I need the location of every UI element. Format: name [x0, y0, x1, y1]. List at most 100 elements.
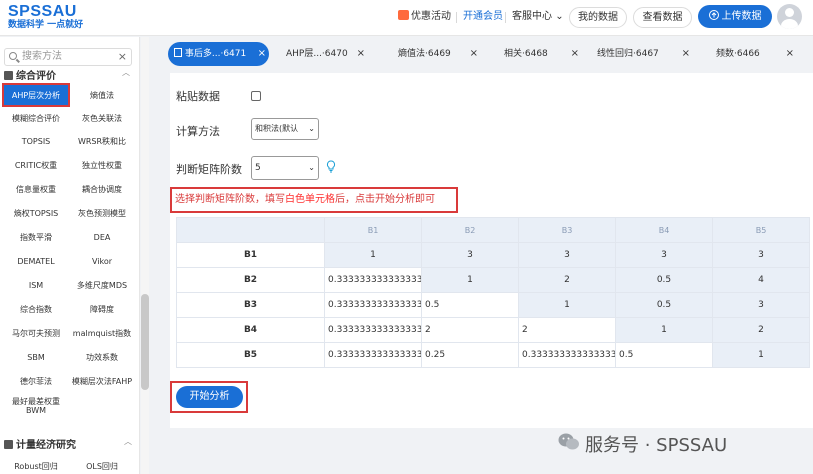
method-item[interactable]: SBM	[4, 347, 68, 367]
close-icon[interactable]: ×	[470, 42, 478, 66]
paste-data-label: 粘贴数据	[176, 90, 220, 103]
table-row: B1 1 3 3 3 3	[176, 242, 810, 268]
my-data-button[interactable]: 我的数据	[569, 7, 627, 28]
category-comprehensive-evaluation[interactable]: 综合评价	[4, 67, 56, 82]
search-icon	[9, 52, 17, 60]
category-icon	[4, 71, 13, 80]
search-input[interactable]: 搜索方法 ×	[4, 48, 132, 66]
matrix-readonly-cell: 1	[421, 267, 519, 293]
start-analysis-button[interactable]: 开始分析	[176, 386, 243, 408]
upload-data-button[interactable]: 上传数据	[698, 5, 772, 28]
category-econometrics[interactable]: 计量经济研究	[4, 436, 76, 451]
matrix-column-header: B5	[712, 217, 810, 243]
matrix-order-select[interactable]: 5 ⌄	[251, 156, 319, 180]
method-item[interactable]: DEMATEL	[4, 251, 68, 271]
top-header: SPSSAU 数据科学 一点就好 优惠活动 开通会员 客服中心 ⌄ 我的数据 查…	[0, 0, 813, 36]
chevron-up-icon[interactable]: ︿	[124, 436, 132, 447]
method-item[interactable]: 障碍度	[70, 299, 134, 319]
close-icon[interactable]: ×	[357, 42, 365, 66]
document-icon	[174, 48, 182, 57]
service-center-menu[interactable]: 客服中心 ⌄	[512, 10, 564, 24]
table-row: B2 0.3333333333333333 1 2 0.5 4	[176, 267, 810, 293]
matrix-input-cell[interactable]: 0.3333333333333333	[324, 342, 422, 368]
matrix-column-header: B4	[615, 217, 713, 243]
method-item[interactable]: 功效系数	[70, 347, 134, 367]
method-item[interactable]: ISM	[4, 275, 68, 295]
close-icon[interactable]: ×	[786, 42, 794, 66]
method-item[interactable]: CRITIC权重	[4, 155, 68, 175]
matrix-input-cell[interactable]: 2	[421, 317, 519, 343]
method-item[interactable]: 马尔可夫预测	[4, 323, 68, 343]
method-item[interactable]: 综合指数	[4, 299, 68, 319]
matrix-input-cell[interactable]: 0.5	[615, 342, 713, 368]
lightbulb-icon[interactable]	[326, 160, 336, 174]
matrix-corner-cell	[176, 217, 325, 243]
sidebar-scrollbar[interactable]	[141, 37, 149, 474]
tab-ahp[interactable]: AHP层...·6470 ×	[276, 42, 368, 66]
method-item[interactable]: TOPSIS	[4, 131, 68, 151]
tab-post-hoc[interactable]: 事后多...·6471 ×	[168, 42, 269, 66]
promo-link[interactable]: 优惠活动	[398, 10, 451, 24]
chevron-down-icon: ⌄	[555, 11, 564, 22]
avatar[interactable]	[777, 4, 802, 29]
method-item-ols[interactable]: OLS回归	[70, 456, 134, 474]
matrix-readonly-cell: 1	[324, 242, 422, 268]
member-link[interactable]: 开通会员	[463, 10, 503, 24]
matrix-readonly-cell: 1	[518, 292, 616, 318]
matrix-row-header: B2	[176, 267, 325, 293]
method-item[interactable]: 耦合协调度	[70, 179, 134, 199]
method-item[interactable]: 灰色预测模型	[70, 203, 134, 223]
method-item[interactable]: 熵值法	[70, 85, 134, 105]
method-item[interactable]: 独立性权重	[70, 155, 134, 175]
paste-data-checkbox[interactable]	[251, 91, 261, 101]
tab-correlation[interactable]: 相关·6468 ×	[482, 42, 582, 66]
method-item[interactable]: 信息量权重	[4, 179, 68, 199]
chevron-up-icon[interactable]: ︿	[122, 67, 130, 78]
tab-frequency[interactable]: 频数·6466 ×	[694, 42, 797, 66]
logo-title: SPSSAU	[8, 3, 77, 20]
close-icon[interactable]: ×	[571, 42, 579, 66]
logo-slogan: 数据科学 一点就好	[8, 20, 84, 30]
matrix-input-cell[interactable]: 2	[518, 317, 616, 343]
method-item-robust[interactable]: Robust回归	[4, 456, 68, 474]
logo[interactable]: SPSSAU 数据科学 一点就好	[8, 3, 83, 31]
close-icon[interactable]: ×	[118, 49, 127, 65]
close-icon[interactable]: ×	[682, 42, 690, 66]
matrix-readonly-cell: 2	[518, 267, 616, 293]
matrix-readonly-cell: 3	[421, 242, 519, 268]
matrix-row-header: B1	[176, 242, 325, 268]
close-icon[interactable]: ×	[258, 42, 266, 66]
wechat-icon	[558, 433, 579, 450]
table-row: B4 0.3333333333333333 2 2 1 2	[176, 317, 810, 343]
method-item[interactable]: 最好最差权重BWM	[4, 395, 68, 417]
view-data-button[interactable]: 查看数据	[633, 7, 692, 28]
method-item[interactable]: Vikor	[70, 251, 134, 271]
method-item[interactable]: malmquist指数	[70, 323, 134, 343]
method-item[interactable]: 多维尺度MDS	[70, 275, 134, 295]
matrix-row-header: B5	[176, 342, 325, 368]
method-item[interactable]: DEA	[70, 227, 134, 247]
method-item[interactable]: 模糊层次法FAHP	[70, 371, 134, 391]
matrix-input-cell[interactable]: 0.5	[421, 292, 519, 318]
method-item[interactable]: 熵权TOPSIS	[4, 203, 68, 223]
method-item[interactable]: 灰色关联法	[70, 108, 134, 128]
matrix-input-cell[interactable]: 0.25	[421, 342, 519, 368]
matrix-readonly-cell: 1	[712, 342, 810, 368]
category-icon	[4, 440, 13, 449]
tab-linear-regression[interactable]: 线性回归·6467 ×	[583, 42, 693, 66]
method-item[interactable]: 德尔菲法	[4, 371, 68, 391]
method-select[interactable]: 和积法(默认 ⌄	[251, 118, 319, 140]
method-item[interactable]: 指数平滑	[4, 227, 68, 247]
method-item[interactable]: 模糊综合评价	[4, 108, 68, 128]
matrix-input-cell[interactable]: 0.3333333333333333	[324, 292, 422, 318]
matrix-input-cell[interactable]: 0.3333333333333333	[518, 342, 616, 368]
chevron-down-icon: ⌄	[308, 124, 315, 133]
method-item[interactable]: WRSR秩和比	[70, 131, 134, 151]
tab-entropy[interactable]: 熵值法·6469 ×	[372, 42, 481, 66]
matrix-input-cell[interactable]: 0.3333333333333333	[324, 317, 422, 343]
chevron-down-icon: ⌄	[308, 163, 315, 172]
matrix-input-cell[interactable]: 0.3333333333333333	[324, 267, 422, 293]
sidebar-scrollbar-thumb[interactable]	[141, 294, 149, 390]
matrix-readonly-cell: 0.5	[615, 292, 713, 318]
matrix-readonly-cell: 3	[518, 242, 616, 268]
